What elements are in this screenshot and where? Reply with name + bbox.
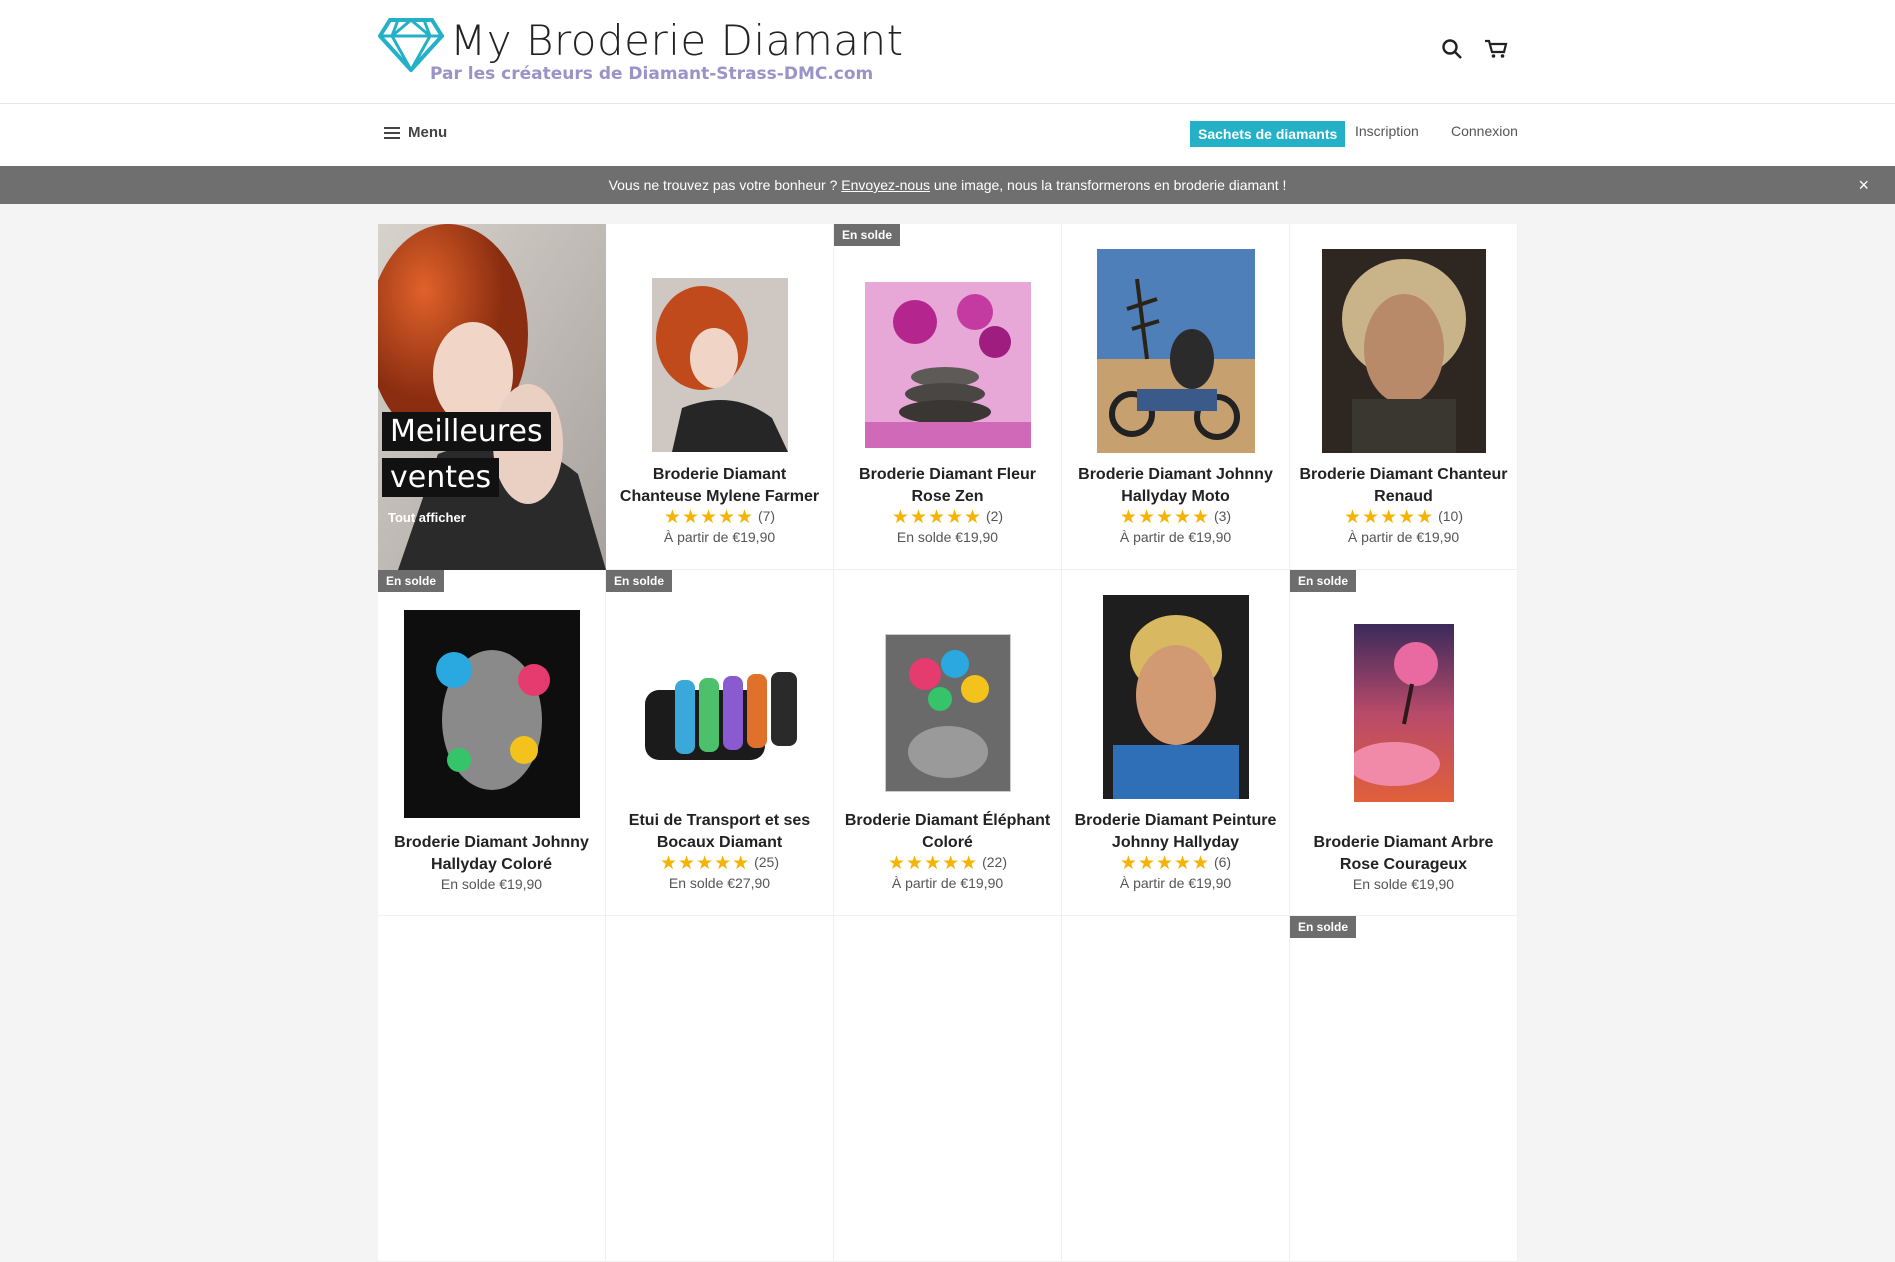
product-rating: ★★★★★ (7) bbox=[606, 506, 833, 529]
menu-button[interactable]: Menu bbox=[384, 124, 447, 141]
nav-link-signup[interactable]: Inscription bbox=[1355, 123, 1419, 139]
product-card[interactable]: Broderie Diamant Johnny Hallyday Moto ★★… bbox=[1062, 224, 1290, 570]
rating-stars-icon: ★★★★★ bbox=[663, 507, 755, 528]
product-image bbox=[1353, 624, 1454, 802]
cart-icon[interactable] bbox=[1484, 38, 1508, 62]
product-price: À partir de €19,90 bbox=[1347, 529, 1460, 545]
product-price: En solde €19,90 bbox=[896, 529, 999, 545]
product-card[interactable] bbox=[834, 916, 1062, 1262]
product-title[interactable]: Broderie Diamant Chanteur Renaud bbox=[1298, 464, 1509, 508]
site-logo[interactable]: My Broderie Diamant Par les créateurs de… bbox=[378, 16, 903, 88]
sale-badge: En solde bbox=[606, 570, 673, 592]
product-title[interactable]: Etui de Transport et ses Bocaux Diamant bbox=[614, 810, 825, 854]
product-image bbox=[1102, 595, 1249, 799]
product-image bbox=[1096, 249, 1255, 453]
product-card[interactable]: En solde Etui de Transport et ses Bocaux… bbox=[606, 570, 834, 916]
announcement-link[interactable]: Envoyez-nous bbox=[841, 177, 930, 193]
review-count: (6) bbox=[1213, 854, 1232, 870]
product-price: À partir de €19,90 bbox=[891, 875, 1004, 891]
rating-stars-icon: ★★★★★ bbox=[891, 507, 983, 528]
rating-stars-icon: ★★★★★ bbox=[1119, 853, 1211, 874]
product-card[interactable] bbox=[606, 916, 834, 1262]
search-icon[interactable] bbox=[1441, 38, 1465, 62]
product-rating: ★★★★★ (6) bbox=[1062, 852, 1289, 875]
product-price: En solde €19,90 bbox=[440, 876, 543, 892]
sale-badge: En solde bbox=[1290, 570, 1357, 592]
product-title[interactable]: Broderie Diamant Peinture Johnny Hallyda… bbox=[1070, 810, 1281, 854]
product-image bbox=[1321, 249, 1486, 453]
nav-link-sachets[interactable]: Sachets de diamants bbox=[1190, 121, 1346, 147]
sale-badge: En solde bbox=[378, 570, 445, 592]
product-card[interactable]: En solde bbox=[1290, 916, 1518, 1262]
product-image bbox=[864, 282, 1031, 448]
product-card[interactable]: Broderie Diamant Éléphant Coloré ★★★★★ (… bbox=[834, 570, 1062, 916]
product-card[interactable]: En solde Broderie Diamant Johnny Hallyda… bbox=[378, 570, 606, 916]
product-card[interactable]: Broderie Diamant Chanteur Renaud ★★★★★ (… bbox=[1290, 224, 1518, 570]
rating-stars-icon: ★★★★★ bbox=[888, 853, 979, 874]
product-title[interactable]: Broderie Diamant Arbre Rose Courageux bbox=[1298, 832, 1509, 876]
product-price: En solde €19,90 bbox=[1352, 876, 1455, 892]
product-price: À partir de €19,90 bbox=[1119, 529, 1232, 545]
product-card[interactable]: Broderie Diamant Peinture Johnny Hallyda… bbox=[1062, 570, 1290, 916]
product-title[interactable]: Broderie Diamant Fleur Rose Zen bbox=[842, 464, 1053, 508]
featured-title-line1: Meilleures bbox=[382, 412, 551, 451]
brand-tagline: Par les créateurs de Diamant-Strass-DMC.… bbox=[430, 64, 874, 84]
product-price: À partir de €19,90 bbox=[663, 529, 776, 545]
rating-stars-icon: ★★★★★ bbox=[1344, 507, 1435, 528]
rating-stars-icon: ★★★★★ bbox=[1119, 507, 1211, 528]
review-count: (3) bbox=[1213, 508, 1232, 524]
product-title[interactable]: Broderie Diamant Johnny Hallyday Moto bbox=[1070, 464, 1281, 508]
featured-best-sellers[interactable]: Meilleures ventes Tout afficher bbox=[378, 224, 606, 570]
close-icon[interactable]: × bbox=[1858, 166, 1869, 204]
product-title[interactable]: Broderie Diamant Johnny Hallyday Coloré bbox=[386, 832, 597, 876]
main-nav: Menu Sachets de diamants Inscription Con… bbox=[0, 104, 1895, 166]
product-image bbox=[403, 610, 580, 818]
product-card[interactable] bbox=[1062, 916, 1290, 1262]
sale-badge: En solde bbox=[834, 224, 901, 246]
announcement-text-after: une image, nous la transformerons en bro… bbox=[930, 177, 1287, 193]
product-card[interactable]: Broderie Diamant Chanteuse Mylene Farmer… bbox=[606, 224, 834, 570]
hamburger-icon bbox=[384, 126, 400, 139]
product-title[interactable]: Broderie Diamant Éléphant Coloré bbox=[842, 810, 1053, 854]
product-price: En solde €27,90 bbox=[668, 875, 771, 891]
product-price: À partir de €19,90 bbox=[1119, 875, 1232, 891]
menu-label: Menu bbox=[408, 124, 448, 141]
product-grid: Meilleures ventes Tout afficher Broderie… bbox=[378, 224, 1518, 1262]
brand-title: My Broderie Diamant bbox=[450, 16, 904, 65]
product-image bbox=[884, 634, 1011, 792]
product-rating: ★★★★★ (25) bbox=[606, 852, 833, 875]
product-title[interactable]: Broderie Diamant Chanteuse Mylene Farmer bbox=[614, 464, 825, 508]
product-card[interactable]: En solde Broderie Diamant Fleur Rose Zen… bbox=[834, 224, 1062, 570]
review-count: (22) bbox=[982, 854, 1007, 870]
review-count: (10) bbox=[1438, 508, 1463, 524]
featured-title-line2: ventes bbox=[382, 458, 500, 497]
review-count: (25) bbox=[754, 854, 779, 870]
announcement-text-before: Vous ne trouvez pas votre bonheur ? bbox=[608, 177, 842, 193]
nav-link-login[interactable]: Connexion bbox=[1451, 123, 1518, 139]
site-header: My Broderie Diamant Par les créateurs de… bbox=[0, 0, 1895, 104]
sale-badge: En solde bbox=[1290, 916, 1357, 938]
product-image bbox=[644, 672, 797, 760]
product-card[interactable] bbox=[378, 916, 606, 1262]
review-count: (2) bbox=[985, 508, 1004, 524]
view-all-link[interactable]: Tout afficher bbox=[388, 510, 466, 525]
product-rating: ★★★★★ (2) bbox=[834, 506, 1061, 529]
rating-stars-icon: ★★★★★ bbox=[660, 853, 751, 874]
product-image bbox=[651, 278, 788, 452]
product-card[interactable]: En solde Broderie Diamant Arbre Rose Cou… bbox=[1290, 570, 1518, 916]
product-rating: ★★★★★ (22) bbox=[834, 852, 1061, 875]
announcement-bar: Vous ne trouvez pas votre bonheur ? Envo… bbox=[0, 166, 1895, 204]
product-rating: ★★★★★ (3) bbox=[1062, 506, 1289, 529]
review-count: (7) bbox=[757, 508, 776, 524]
product-rating: ★★★★★ (10) bbox=[1290, 506, 1517, 529]
